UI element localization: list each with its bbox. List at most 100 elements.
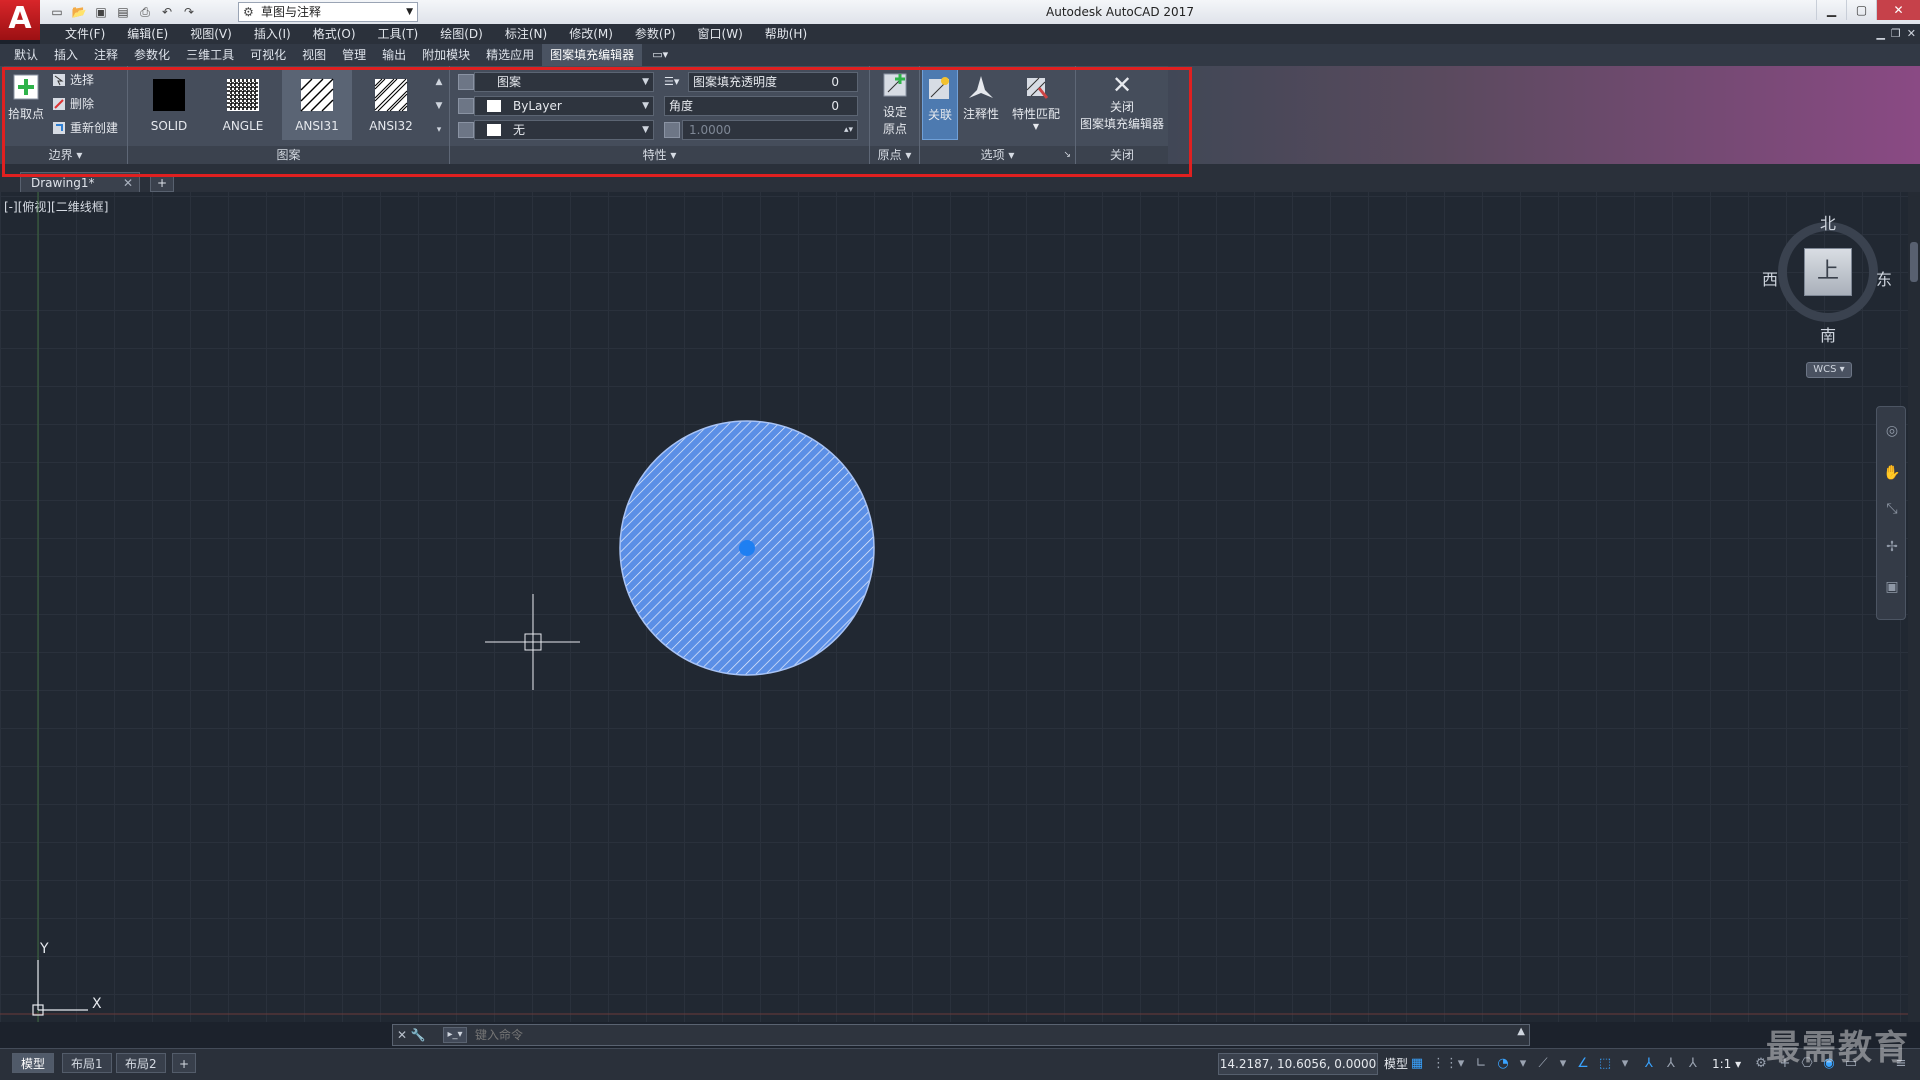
remove-button[interactable]: 删除 [50,94,94,114]
associative-button[interactable]: 关联 [922,68,958,140]
save-icon[interactable]: ▣ [92,3,110,21]
orbit-icon[interactable]: ✢ [1882,537,1902,557]
tab-annotate[interactable]: 注释 [86,44,126,66]
tab-3d-tools[interactable]: 三维工具 [178,44,242,66]
angle-field[interactable]: 角度 0 [664,96,858,116]
scrollbar-thumb[interactable] [1910,242,1918,282]
wrench-icon[interactable]: 🔧 [411,1028,426,1042]
chevron-down-icon[interactable]: ▾ [1616,1055,1634,1073]
layout-tab-layout1[interactable]: 布局1 [62,1053,112,1073]
tab-hatch-editor[interactable]: 图案填充编辑器 [542,44,643,66]
viewcube[interactable]: 上 北 南 东 西 [1762,210,1892,345]
workspace-select[interactable]: ⚙ 草图与注释 ▼ [238,2,418,22]
redo-icon[interactable]: ↷ [180,3,198,21]
print-icon[interactable]: ⎙ [136,3,154,21]
isodraft-icon[interactable]: ⟋ [1534,1055,1552,1073]
recent-commands-button[interactable]: ▸_▾ [443,1027,467,1043]
zoom-extents-icon[interactable]: ⤡ [1882,499,1902,519]
polar-tracking-icon[interactable]: ◔ [1494,1055,1512,1073]
select-button[interactable]: 选择 [50,70,94,90]
hatch-color-select[interactable]: ByLayer ▼ [474,96,654,116]
doc-close-button[interactable]: ✕ [1907,24,1916,44]
menu-view[interactable]: 视图(V) [179,24,243,44]
maximize-button[interactable]: ▢ [1846,0,1876,20]
app-logo[interactable]: A [0,0,40,40]
tab-parametric[interactable]: 参数化 [126,44,178,66]
transparency-field[interactable]: 图案填充透明度 0 [688,72,858,92]
pattern-ansi31[interactable]: ANSI31 [282,70,352,140]
undo-icon[interactable]: ↶ [158,3,176,21]
annotation-visibility-icon[interactable]: ⅄ [1640,1055,1658,1073]
save-as-icon[interactable]: ▤ [114,3,132,21]
close-hatch-editor-button[interactable]: ✕ 关闭 图案填充编辑器 [1080,72,1164,132]
menu-edit[interactable]: 编辑(E) [116,24,179,44]
new-tab-button[interactable]: + [150,174,174,192]
command-input[interactable] [475,1026,1495,1044]
grid-icon[interactable]: ▦ [1408,1055,1426,1073]
transparency-dropdown-icon[interactable]: ☰▾ [664,72,686,92]
dialog-launcher-icon[interactable]: ↘ [1063,146,1071,164]
doc-restore-button[interactable]: ❐ [1891,24,1901,44]
chevron-down-icon[interactable]: ▾ [1554,1055,1572,1073]
recreate-button[interactable]: 重新创建 [50,118,118,138]
panel-boundary-title[interactable]: 边界 ▾ [4,146,127,164]
menu-help[interactable]: 帮助(H) [754,24,818,44]
tab-view[interactable]: 视图 [294,44,334,66]
pick-points-button[interactable]: 拾取点 [6,72,46,122]
file-tab-drawing1[interactable]: Drawing1* ✕ [20,172,140,192]
showmotion-icon[interactable]: ▣ [1882,577,1902,597]
tab-default[interactable]: 默认 [6,44,46,66]
tab-insert[interactable]: 插入 [46,44,86,66]
hatch-grip-point[interactable] [739,540,755,556]
annotation-scale-label[interactable]: 1:1 ▾ [1712,1053,1741,1075]
pattern-angle[interactable]: ANGLE [208,70,278,140]
close-icon[interactable]: ✕ [397,1028,407,1042]
close-button[interactable]: ✕ [1876,0,1920,20]
tab-output[interactable]: 输出 [374,44,414,66]
menu-tools[interactable]: 工具(T) [367,24,430,44]
menu-format[interactable]: 格式(O) [302,24,367,44]
tab-visualize[interactable]: 可视化 [242,44,294,66]
scale-field[interactable]: 1.0000 ▴▾ [682,120,858,140]
viewcube-top-face[interactable]: 上 [1804,248,1852,296]
layout-tab-layout2[interactable]: 布局2 [116,1053,166,1073]
chevron-down-icon[interactable]: ▾ [1514,1055,1532,1073]
doc-minimize-button[interactable]: ▁ [1876,24,1884,44]
compass-south[interactable]: 南 [1820,322,1836,346]
open-icon[interactable]: 📂 [70,3,88,21]
menu-modify[interactable]: 修改(M) [558,24,624,44]
compass-north[interactable]: 北 [1820,210,1836,234]
pattern-gallery-scroller[interactable]: ▲ ▼ ▾ [432,70,446,142]
hatch-type-select[interactable]: 图案 ▼ [474,72,654,92]
match-properties-button[interactable]: 特性匹配 ▼ [1004,68,1068,131]
steering-wheel-icon[interactable]: ◎ [1882,421,1902,441]
object-snap-icon[interactable]: ⬚ [1596,1055,1614,1073]
menu-insert[interactable]: 插入(I) [243,24,302,44]
new-icon[interactable]: ▭ [48,3,66,21]
panel-origin-title[interactable]: 原点 ▾ [870,146,919,164]
command-line-grip[interactable]: ✕ 🔧 [393,1025,439,1045]
ribbon-display-toggle-icon[interactable]: ▭▾ [642,44,678,66]
pattern-solid[interactable]: SOLID [134,70,204,140]
layout-tab-model[interactable]: 模型 [12,1053,55,1073]
command-history-toggle-icon[interactable]: ▲ [1517,1026,1525,1037]
wcs-menu[interactable]: WCS ▾ [1806,362,1852,378]
chevron-down-icon[interactable]: ▾ [1452,1055,1470,1073]
menu-window[interactable]: 窗口(W) [687,24,754,44]
close-icon[interactable]: ✕ [123,173,133,193]
auto-scale-icon[interactable]: ⅄ [1662,1055,1680,1073]
background-color-select[interactable]: 无 ▼ [474,120,654,140]
set-origin-button[interactable]: 设定 原点 [874,70,916,137]
tab-addins[interactable]: 附加模块 [414,44,478,66]
panel-properties-title[interactable]: 特性 ▾ [450,146,869,164]
object-snap-tracking-icon[interactable]: ∠ [1574,1055,1592,1073]
snap-icon[interactable]: ⋮⋮ [1432,1055,1458,1073]
ortho-icon[interactable]: ∟ [1472,1055,1490,1073]
coordinates-readout[interactable]: 14.2187, 10.6056, 0.0000 [1218,1053,1378,1075]
menu-dimension[interactable]: 标注(N) [494,24,558,44]
pattern-ansi32[interactable]: ANSI32 [356,70,426,140]
vertical-scrollbar[interactable] [1908,192,1920,1022]
compass-west[interactable]: 西 [1762,266,1778,290]
menu-parametric[interactable]: 参数(P) [624,24,687,44]
tab-manage[interactable]: 管理 [334,44,374,66]
